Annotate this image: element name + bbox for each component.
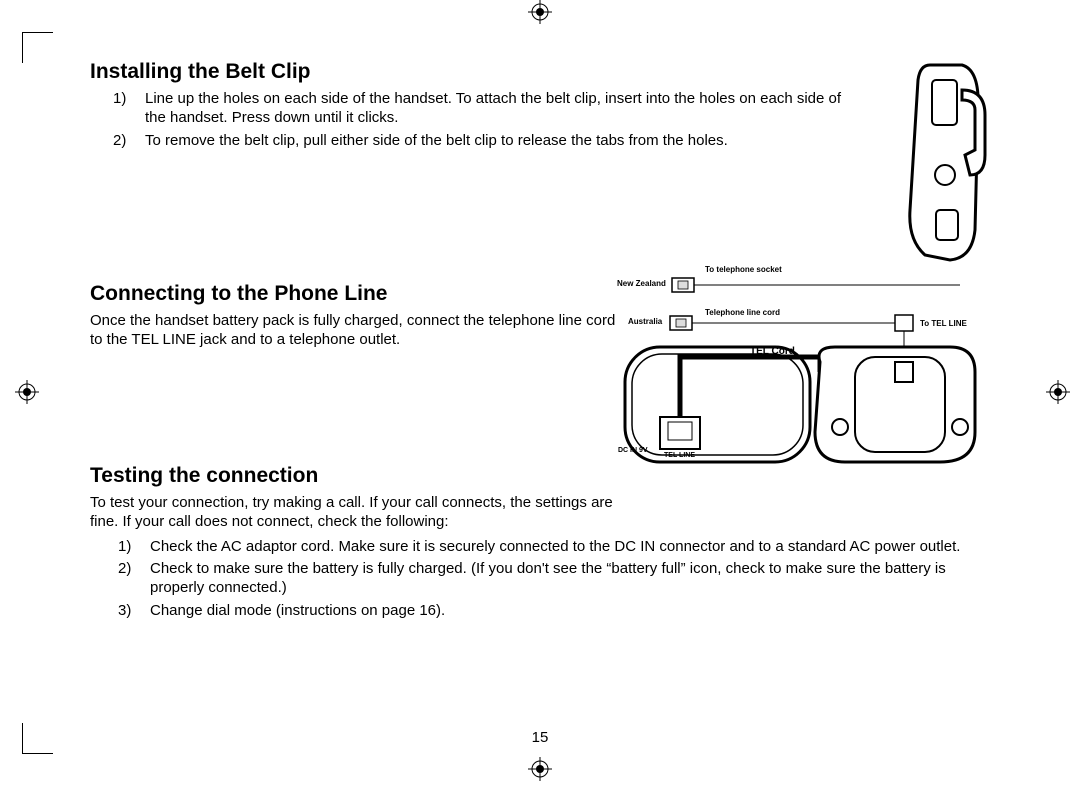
diagram-label-nz: New Zealand <box>617 279 666 288</box>
diagram-label-line-cord: Telephone line cord <box>705 308 780 317</box>
diagram-label-tel-line: TEL LINE <box>664 452 695 459</box>
body-phone-line: Once the handset battery pack is fully c… <box>90 312 630 350</box>
list-item: To remove the belt clip, pull either sid… <box>145 132 860 151</box>
heading-testing: Testing the connection <box>90 464 990 488</box>
list-item: Change dial mode (instructions on page 1… <box>150 602 990 621</box>
crop-mark-top-left <box>22 32 53 63</box>
diagram-label-tel-cord: TEL Cord <box>750 346 795 357</box>
registration-mark-left <box>15 380 39 404</box>
diagram-label-au: Australia <box>628 317 662 326</box>
heading-phone-line: Connecting to the Phone Line <box>90 282 630 306</box>
handset-illustration <box>890 60 990 265</box>
diagram-label-socket: To telephone socket <box>705 265 782 274</box>
diagram-label-dc-in: DC IN 9V <box>618 447 648 454</box>
list-item: Line up the holes on each side of the ha… <box>145 90 860 128</box>
registration-mark-right <box>1046 380 1070 404</box>
base-unit-illustration: New Zealand Australia To telephone socke… <box>620 262 990 472</box>
registration-mark-bottom <box>528 757 552 781</box>
body-testing: To test your connection, try making a ca… <box>90 494 630 532</box>
list-belt-clip: Line up the holes on each side of the ha… <box>90 90 860 150</box>
registration-mark-top <box>528 0 552 24</box>
page-number: 15 <box>0 729 1080 746</box>
list-item: Check the AC adaptor cord. Make sure it … <box>150 538 990 557</box>
list-item: Check to make sure the battery is fully … <box>150 560 990 598</box>
list-testing: Check the AC adaptor cord. Make sure it … <box>90 538 990 621</box>
heading-belt-clip: Installing the Belt Clip <box>90 60 860 84</box>
diagram-label-to-tel-line: To TEL LINE <box>920 319 967 328</box>
